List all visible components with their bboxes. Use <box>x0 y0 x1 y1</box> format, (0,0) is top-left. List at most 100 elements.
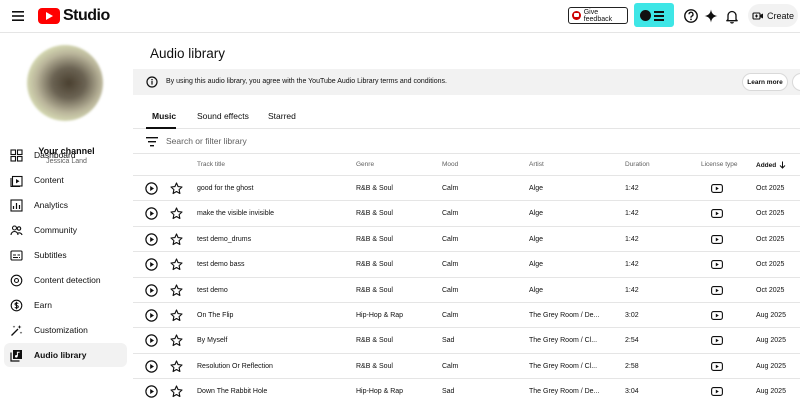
table-row[interactable]: test demo R&B & Soul Calm Alge 1:42 Oct 2025 <box>133 278 800 303</box>
play-icon[interactable] <box>145 207 158 221</box>
track-mood: Calm <box>442 261 459 269</box>
play-icon[interactable] <box>145 283 158 297</box>
table-row[interactable]: By Myself R&B & Soul Sad The Grey Room / Cl… <box>133 328 800 354</box>
youtube-license-icon <box>711 184 723 193</box>
tab-starred[interactable]: Starred <box>268 111 296 121</box>
table-row[interactable]: Down The Rabbit Hole Hip-Hop & Rap Sad The … <box>133 379 800 403</box>
youtube-license-icon <box>711 361 723 371</box>
sidebar-item-audio-library[interactable]: Audio library <box>4 343 127 367</box>
play-icon[interactable] <box>145 360 158 373</box>
learn-more-button[interactable]: Learn more <box>742 73 788 91</box>
filter-input[interactable] <box>166 136 466 146</box>
community-icon <box>10 224 23 235</box>
studio-logo[interactable]: Studio <box>38 7 110 25</box>
play-icon[interactable] <box>145 182 158 195</box>
track-duration: 1:42 <box>625 210 639 218</box>
track-artist: Alge <box>529 286 544 294</box>
table-row[interactable]: good for the ghost R&B & Soul Calm Alge 1:42… <box>133 176 800 202</box>
track-title: test demo <box>197 286 228 294</box>
track-genre: R&B & Soul <box>356 210 393 218</box>
track-title: On The Flip <box>197 312 234 319</box>
help-icon[interactable] <box>683 8 699 24</box>
sidebar-item-customization[interactable]: Customization <box>4 318 127 342</box>
star-icon[interactable] <box>170 284 183 297</box>
track-duration: 1:42 <box>625 286 639 294</box>
table-row[interactable]: Resolution Or Reflection R&B & Soul Calm Th… <box>133 354 800 380</box>
sidebar-item-label: Analytics <box>34 200 69 210</box>
table-row[interactable]: test demo_drums R&B & Soul Calm Alge 1:42 Oct… <box>133 227 800 253</box>
star-icon[interactable] <box>170 207 183 220</box>
track-duration: 2:58 <box>625 362 639 370</box>
table-row[interactable]: test demo bass R&B & Soul Calm Alge 1:42 Oct … <box>133 252 800 278</box>
track-mood: Calm <box>442 362 459 370</box>
track-artist: The Grey Room / Cl... <box>529 337 598 345</box>
track-genre: R&B & Soul <box>356 337 393 345</box>
content-icon <box>10 175 23 187</box>
sidebar-item-label: Subtitles <box>34 250 67 260</box>
column-header-duration: Duration <box>625 161 650 168</box>
notice-dismiss-button[interactable] <box>792 73 800 91</box>
track-artist: Alge <box>529 261 544 269</box>
track-genre: Hip-Hop & Rap <box>356 388 404 396</box>
play-icon[interactable] <box>145 233 158 246</box>
logo-text: Studio <box>63 7 110 24</box>
give-feedback-button[interactable]: Give feedback <box>568 7 628 24</box>
star-icon[interactable] <box>170 360 183 373</box>
track-title: test demo_drums <box>197 235 252 243</box>
star-icon[interactable] <box>170 233 183 246</box>
extension-button[interactable] <box>634 3 674 27</box>
track-title: Down The Rabbit Hole <box>197 388 268 396</box>
sidebar-item-earn[interactable]: Earn <box>4 293 127 317</box>
youtube-license-icon <box>711 209 723 219</box>
filter-icon[interactable] <box>146 137 158 147</box>
customization-icon <box>11 324 23 336</box>
tab-sound-effects[interactable]: Sound effects <box>197 111 249 121</box>
track-genre: Hip-Hop & Rap <box>356 312 404 319</box>
youtube-license-icon <box>711 285 723 295</box>
star-icon[interactable] <box>170 182 183 195</box>
top-bar: Studio Give feedback Create <box>0 0 800 33</box>
star-icon[interactable] <box>170 258 183 271</box>
feedback-label: Give feedback <box>583 8 613 23</box>
track-added-date: Oct 2025 <box>756 185 785 192</box>
notifications-bell-icon[interactable] <box>724 8 740 24</box>
create-label: Create <box>767 10 795 21</box>
star-icon[interactable] <box>170 309 183 322</box>
sidebar-item-content-detection[interactable]: Content detection <box>4 268 127 292</box>
sparkle-icon[interactable] <box>703 8 719 24</box>
analytics-icon <box>10 198 23 212</box>
track-artist: The Grey Room / De... <box>529 312 600 319</box>
track-genre: R&B & Soul <box>356 185 393 192</box>
sidebar-item-label: Customization <box>34 325 88 335</box>
track-duration: 3:04 <box>625 388 639 396</box>
star-icon[interactable] <box>170 334 183 347</box>
hamburger-menu-icon[interactable] <box>10 8 26 24</box>
track-duration: 3:02 <box>625 312 639 319</box>
create-button[interactable]: Create <box>748 4 798 27</box>
channel-avatar[interactable] <box>27 45 103 121</box>
sidebar-item-label: Earn <box>34 300 52 310</box>
table-row[interactable]: On The Flip Hip-Hop & Rap Calm The Grey Roo… <box>133 303 800 329</box>
sidebar-item-label: Content <box>34 175 64 185</box>
play-icon[interactable] <box>145 309 158 322</box>
play-icon[interactable] <box>145 334 158 348</box>
table-header: Track title Genre Mood Artist Duration L… <box>133 154 800 176</box>
list-search-icon <box>654 11 664 23</box>
sidebar-item-community[interactable]: Community <box>4 218 127 242</box>
play-icon[interactable] <box>145 258 158 271</box>
table-row[interactable]: make the visible invisible R&B & Soul Calm… <box>133 201 800 227</box>
youtube-license-icon <box>711 387 723 397</box>
track-added-date: Oct 2025 <box>756 261 785 269</box>
track-title: good for the ghost <box>197 185 254 192</box>
column-header-added[interactable]: Added <box>756 161 786 169</box>
sidebar-item-label: Dashboard <box>34 150 76 160</box>
column-header-mood: Mood <box>442 161 459 168</box>
sidebar-item-analytics[interactable]: Analytics <box>4 193 127 217</box>
play-icon[interactable] <box>145 385 158 398</box>
sidebar-item-dashboard[interactable]: Dashboard <box>4 143 127 167</box>
sidebar-item-content[interactable]: Content <box>4 168 127 192</box>
star-icon[interactable] <box>170 385 183 398</box>
sidebar-item-subtitles[interactable]: Subtitles <box>4 243 127 267</box>
tab-music[interactable]: Music <box>152 111 176 121</box>
youtube-license-icon <box>711 336 723 346</box>
